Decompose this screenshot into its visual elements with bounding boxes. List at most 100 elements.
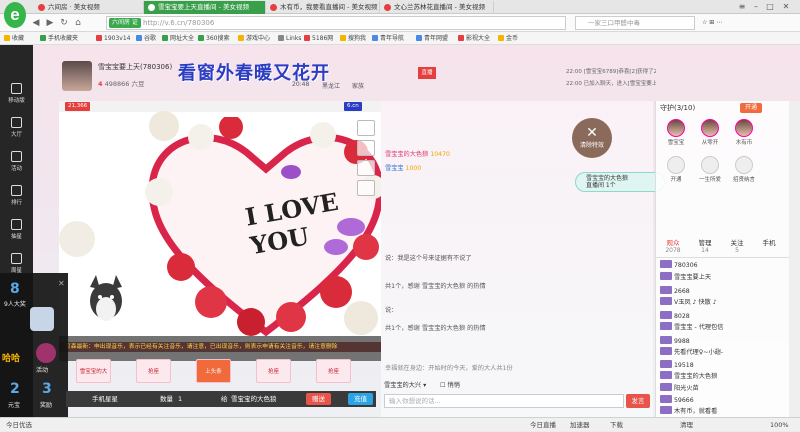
bookmarks-bar: 收藏 手机收藏夹 1903v14 谷歌 网址大全 360搜索 游戏中心 Link…	[0, 32, 800, 45]
tab-mobile[interactable]: 手机	[754, 237, 784, 247]
close-icon[interactable]: ✕	[58, 279, 65, 288]
zoom-level[interactable]: 100%	[770, 418, 789, 432]
gift-send-button[interactable]: 赠送	[306, 393, 331, 405]
gift-row: 雪宝宝的大 抢座 上头条 抢座 抢座	[66, 359, 381, 383]
bookmark-item[interactable]: 影视大全	[458, 32, 490, 45]
phone-star-label[interactable]: 手机星星	[92, 393, 118, 405]
status-item[interactable]: 今日优选	[6, 418, 32, 432]
close-icon: ✕	[586, 125, 598, 141]
video-control-button[interactable]	[357, 180, 375, 196]
chat-to-select[interactable]: 雪宝宝的大兴 ▾	[384, 380, 426, 389]
recipient-select[interactable]: 雪宝宝的大色狼	[231, 393, 277, 405]
gift-item[interactable]: 抢座	[316, 359, 351, 383]
gift-item[interactable]: 雪宝宝的大	[76, 359, 111, 383]
level-icon	[660, 322, 672, 330]
status-item[interactable]: 清理	[680, 418, 693, 432]
host-name[interactable]: 雪宝宝要上天(780306)	[98, 62, 172, 72]
url-text: http://v.6.cn/780306	[143, 19, 215, 27]
bookmark-item[interactable]: 360搜索	[198, 32, 229, 45]
bookmark-item[interactable]: 收藏	[4, 32, 24, 45]
bookmark-item[interactable]: 1903v14	[96, 32, 130, 45]
nav-item-events[interactable]: 活动	[0, 147, 33, 175]
guard-avatar[interactable]: 招贤纳言	[732, 156, 756, 183]
whisper-checkbox[interactable]: ☐ 悄悄	[440, 380, 460, 389]
bookmark-item[interactable]: 谷歌	[136, 32, 156, 45]
bookmark-item[interactable]: 搜狗我	[340, 32, 366, 45]
user-row[interactable]: V玉凤 ♪ 快散 ♪	[660, 297, 788, 309]
open-guard-button[interactable]: 开通	[740, 103, 762, 113]
user-row[interactable]: 木有币，就看看	[660, 406, 788, 417]
chat-message: 共1个，感谢 雪宝宝的大色狼 的热情	[385, 325, 486, 332]
activity-label: 奖励	[40, 402, 53, 409]
close-icon[interactable]: ✕	[780, 1, 792, 13]
nav-item-hall[interactable]: 大厅	[0, 113, 33, 141]
bookmark-item[interactable]: 青年导航	[372, 32, 404, 45]
robot-icon[interactable]	[30, 307, 54, 331]
maximize-icon[interactable]: □	[764, 1, 776, 13]
clear-effects-button[interactable]: ✕ 清除特效	[572, 118, 612, 158]
tab-audience[interactable]: 观众 2078	[658, 237, 688, 254]
video-control-button[interactable]	[357, 160, 375, 176]
home-icon[interactable]: ⌂	[72, 17, 84, 29]
browser-tab-1[interactable]: 六间房 · 美女视频	[34, 1, 144, 14]
right-scroll-strip[interactable]	[789, 101, 800, 417]
user-row[interactable]: 780306	[660, 260, 788, 272]
search-input[interactable]: 一家三口甲醛中毒	[575, 16, 695, 30]
chat-send-button[interactable]: 发言	[626, 394, 650, 408]
bookmark-item[interactable]: 5186网	[304, 32, 333, 45]
video-player[interactable]: 21,366 6.cn I LOVE YOU	[59, 101, 381, 361]
user-row[interactable]: 雪宝宝 - 代理包信	[660, 322, 788, 334]
bookmark-item[interactable]: Links	[278, 32, 301, 45]
quantity-value[interactable]: 1	[178, 393, 182, 405]
bookmark-item[interactable]: 青年网盟	[416, 32, 448, 45]
url-input[interactable]: 六间房 证 http://v.6.cn/780306	[106, 16, 566, 30]
guard-avatar[interactable]: 雪宝宝	[664, 119, 688, 146]
back-icon[interactable]: ◀	[30, 17, 42, 29]
search-placeholder: 一家三口甲醛中毒	[588, 19, 640, 27]
toolbar-right[interactable]: ☆ ⊞ ⋯	[702, 17, 722, 29]
menu-icon[interactable]: ≡	[736, 1, 748, 13]
user-row[interactable]: 雪宝宝要上天	[660, 272, 788, 284]
video-control-button[interactable]	[357, 140, 375, 156]
tab-admin[interactable]: 管理 14	[690, 237, 720, 254]
status-item[interactable]: 加速器	[570, 418, 590, 432]
gift-item[interactable]: 抢座	[136, 359, 171, 383]
gift-activity-icon[interactable]	[36, 343, 56, 363]
user-row[interactable]: 先看代理♀~小翅-	[660, 347, 788, 359]
tab-follow[interactable]: 关注 5	[722, 237, 752, 254]
video-control-button[interactable]	[357, 120, 375, 136]
refresh-icon[interactable]: ↻	[58, 17, 70, 29]
nav-item-lottery[interactable]: 抽星	[0, 215, 33, 243]
recharge-button[interactable]: 充值	[348, 393, 373, 405]
forward-icon[interactable]: ▶	[44, 17, 56, 29]
bookmark-item[interactable]: 金币	[498, 32, 518, 45]
user-row[interactable]: 阳光火苗	[660, 383, 788, 395]
minimize-icon[interactable]: –	[750, 1, 762, 13]
bookmark-item[interactable]: 游戏中心	[238, 32, 270, 45]
bookmark-item[interactable]: 网址大全	[162, 32, 194, 45]
gift-item[interactable]: 抢座	[256, 359, 291, 383]
bookmark-item[interactable]: 手机收藏夹	[40, 32, 78, 45]
activity-label[interactable]: 哈哈	[2, 351, 20, 364]
browser-logo-icon[interactable]: e	[4, 2, 26, 28]
browser-tab-2[interactable]: 雪宝宝要上天直播间 - 美女视频	[144, 1, 266, 14]
status-item[interactable]: 今日直播	[530, 418, 556, 432]
status-item[interactable]: 下载	[610, 418, 623, 432]
guard-avatar[interactable]: 一生所爱	[698, 156, 722, 183]
guard-avatar[interactable]: 从零开	[698, 119, 722, 146]
host-avatar[interactable]	[62, 61, 92, 91]
chat-input[interactable]: 输入你想说的话...	[384, 394, 624, 408]
activity-number: 8	[10, 281, 20, 297]
gift-bubble: 雪宝宝的大色狼 直播间 1个	[575, 172, 665, 192]
browser-tab-4[interactable]: 文心兰苏林花直播间 - 美女视频	[380, 1, 494, 14]
trophy-icon	[11, 185, 22, 196]
guard-avatar[interactable]: 木有币	[732, 119, 756, 146]
meta-location: 黑龙江	[322, 83, 341, 90]
nav-item-mobile[interactable]: 移动版	[0, 79, 33, 107]
browser-tab-3[interactable]: 木有币，我要看直播间 - 美女视频	[266, 1, 380, 14]
user-row[interactable]: 雪宝宝的大色狼	[660, 371, 788, 383]
gift-item[interactable]: 上头条	[196, 359, 231, 383]
nav-item-ranking[interactable]: 排行	[0, 181, 33, 209]
meta-family: 家族	[352, 83, 365, 90]
guard-avatar[interactable]: 开通	[664, 156, 688, 183]
